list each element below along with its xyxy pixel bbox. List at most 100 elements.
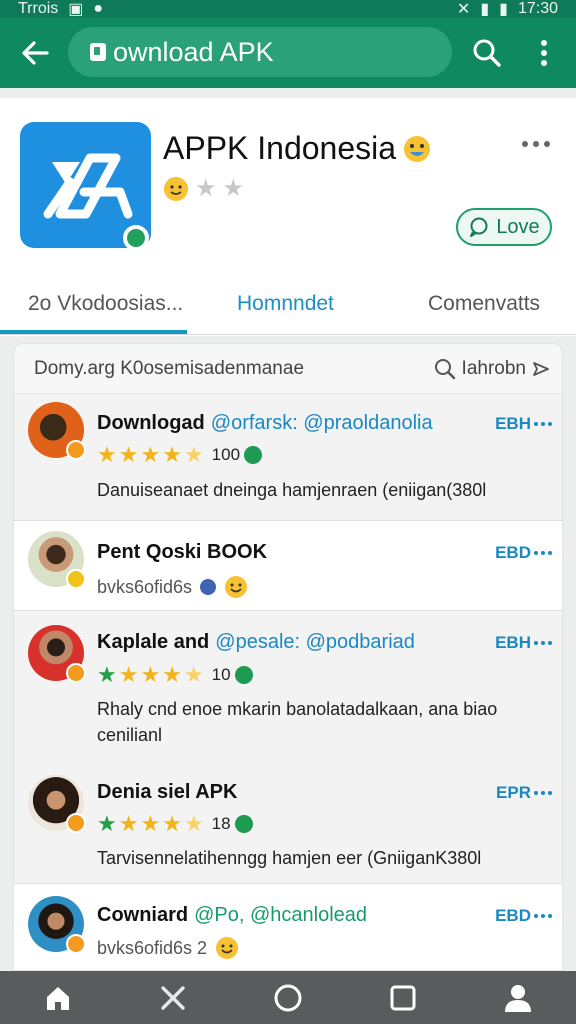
star-icon: ★: [140, 811, 161, 836]
more-dot: [534, 791, 538, 795]
star-icon: ★: [118, 442, 139, 467]
back-button[interactable]: [0, 18, 70, 88]
more-dot: [548, 551, 552, 555]
verified-badge-icon: [66, 663, 86, 683]
reviews-panel: Domy.arg K0osemisadenmanae Iahrobn Downl…: [13, 343, 563, 971]
app-title-text: APPK Indonesia: [163, 130, 397, 166]
reviews-search[interactable]: Iahrobn: [434, 358, 550, 380]
star-icon: ★: [162, 442, 182, 467]
review-item[interactable]: Denia siel APK EPR ★ ★ ★ ★ ★ 18 Tarvisennela…: [14, 761, 562, 883]
more-dot: [541, 551, 545, 555]
nav-square[interactable]: [373, 971, 433, 1024]
user-icon: [505, 984, 532, 1012]
review-item[interactable]: Pent Qoski BOOK EBD bvks6ofid6s: [14, 521, 562, 610]
review-text: Rhaly cnd enoe mkarin banolatadalkaan, a…: [97, 699, 498, 745]
review-count: 18: [211, 814, 231, 833]
reviews-panel-header: Domy.arg K0osemisadenmanae Iahrobn: [14, 344, 562, 394]
app-logo: [20, 122, 151, 251]
review-item[interactable]: Kaplale and @pesale: @podbariad EBH ★ ★ ★ ★ ★…: [14, 611, 562, 761]
star-half-icon: ★: [183, 662, 204, 687]
reviewer-name-text: Pent Qoski BOOK: [97, 541, 268, 563]
tab-comments[interactable]: Comenvatts: [428, 292, 540, 316]
star-icon: ★: [140, 662, 161, 687]
star-empty-icon: ★: [222, 175, 245, 202]
review-stars: ★ ★ ★ ★ ★ 10: [97, 662, 253, 688]
more-dot: [548, 422, 552, 426]
review-tag[interactable]: EBD: [495, 543, 552, 563]
review-tag-text: EBD: [495, 543, 531, 562]
nav-tools[interactable]: [143, 971, 203, 1024]
search-field[interactable]: ownload APK: [68, 27, 452, 77]
tab-recommended[interactable]: Homnndet: [237, 292, 334, 316]
smile-emoji-icon: [225, 576, 248, 598]
verified-badge-icon: [66, 440, 86, 460]
more-dot: [548, 641, 552, 645]
nav-circle[interactable]: [258, 971, 318, 1024]
more-dot: [541, 422, 545, 426]
review-tag-text: EPR: [496, 783, 531, 802]
reviews-panel-title: Domy.arg K0osemisadenmanae: [34, 357, 305, 379]
avatar: [28, 402, 86, 460]
reviewer-name-text: Denia siel APK: [97, 781, 238, 803]
review-tag-text: EBD: [495, 906, 531, 925]
app-title: APPK Indonesia: [163, 130, 432, 167]
review-tag-text: EBH: [495, 633, 531, 652]
app-bar: ownload APK: [0, 18, 576, 88]
reviewer-handle[interactable]: @pesale: @podbariad: [215, 631, 415, 653]
avatar: [28, 896, 86, 954]
star-icon: ★: [118, 811, 139, 836]
search-icon: [434, 358, 455, 379]
review-stars: ★ ★ ★ ★ ★ 100: [97, 442, 263, 468]
star-half-icon: ★: [183, 811, 204, 836]
avatar: [28, 775, 86, 833]
smile-emoji-icon: [216, 937, 239, 959]
verified-badge-icon: [66, 813, 86, 833]
nav-home[interactable]: [28, 971, 88, 1024]
circle-icon: [274, 984, 302, 1011]
more-horizontal-icon: [522, 141, 528, 147]
tab-overview[interactable]: 2o Vkodoosias...: [28, 292, 183, 316]
review-tag[interactable]: EPR: [496, 783, 552, 803]
love-button[interactable]: Love: [456, 208, 552, 246]
star-icon: ★: [140, 442, 161, 467]
review-tag[interactable]: EBH: [495, 633, 552, 653]
star-icon: ★: [97, 442, 117, 467]
reviewer-handle[interactable]: @Po, @hcanlolead: [194, 904, 367, 926]
search-button[interactable]: [462, 30, 512, 76]
more-dot: [534, 422, 538, 426]
check-icon: [234, 815, 253, 833]
review-item[interactable]: Downlogad @orfarsk: @praoldanolia EBH ★ ★ ★…: [14, 394, 562, 520]
reviewer-handle[interactable]: @orfarsk: @praoldanolia: [211, 412, 433, 434]
app-header: APPK Indonesia ★ ★ Love 2o Vkodoosias...…: [0, 98, 576, 336]
online-status-dot: [123, 225, 149, 251]
star-icon: ★: [162, 811, 182, 836]
mute-icon: ✕: [456, 1, 471, 18]
avatar: [28, 531, 86, 589]
review-meta-text: bvks6ofid6s 2: [97, 937, 208, 958]
star-icon: ★: [118, 662, 139, 687]
overflow-menu-button[interactable]: [522, 30, 566, 76]
reviewer-name-text: Downlogad: [97, 412, 205, 434]
review-tag[interactable]: EBH: [495, 414, 552, 434]
review-tag[interactable]: EBD: [495, 906, 552, 926]
star-half-icon: ★: [183, 442, 204, 467]
avatar: [28, 625, 86, 683]
app-more-button[interactable]: [514, 132, 558, 156]
reviewer-name: Denia siel APK: [97, 781, 237, 804]
search-text: ownload APK: [113, 36, 274, 67]
review-count: 10: [211, 665, 231, 684]
bottom-navigation: [0, 971, 576, 1024]
review-text: Tarvisennelatihenngg hamjen eer (Gniigan…: [97, 848, 482, 868]
review-item[interactable]: Cowniard @Po, @hcanlolead EBD bvks6ofid6s…: [14, 884, 562, 970]
tools-icon: [161, 985, 185, 1010]
nav-profile[interactable]: [488, 971, 548, 1024]
more-dot: [548, 791, 552, 795]
chat-bubble-icon: [470, 217, 488, 237]
reviewer-name-text: Kaplale and: [97, 631, 210, 653]
reviewer-name: Pent Qoski BOOK: [97, 541, 267, 564]
reviewer-name-text: Cowniard: [97, 904, 189, 926]
signal-icon: ▮: [480, 1, 490, 18]
check-icon: [234, 666, 253, 684]
carrier-label: Trrois: [18, 0, 59, 17]
smile-emoji-icon: [164, 176, 188, 201]
